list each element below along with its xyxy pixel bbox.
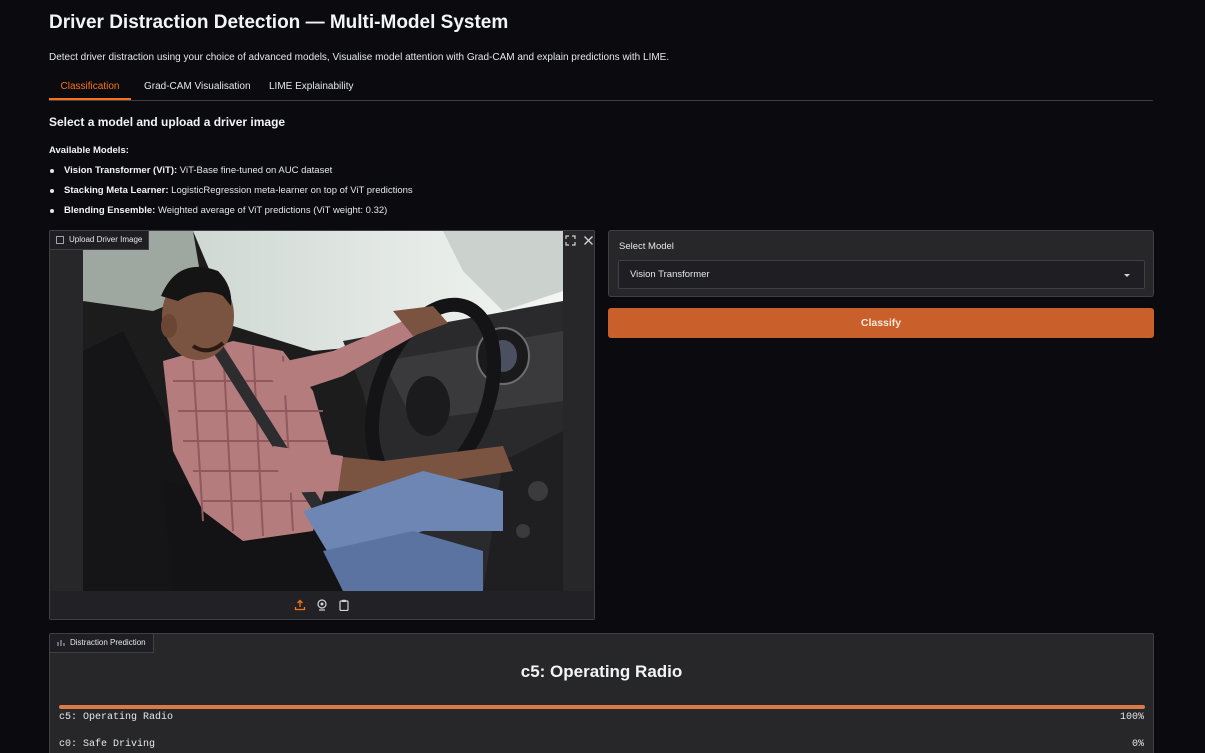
classify-button[interactable]: Classify	[608, 308, 1154, 338]
list-item: Vision Transformer (ViT): ViT-Base fine-…	[49, 164, 413, 184]
upload-label-text: Upload Driver Image	[69, 235, 143, 244]
close-icon[interactable]	[583, 235, 594, 249]
section-heading: Select a model and upload a driver image	[49, 115, 286, 129]
prediction-row-value: 100%	[1119, 712, 1144, 723]
prediction-title: c5: Operating Radio	[520, 662, 683, 681]
model-name: Vision Transformer (ViT):	[64, 165, 178, 176]
select-model-panel: Select Model Vision Transformer	[608, 230, 1154, 297]
tab-grad-cam[interactable]: Grad-CAM Visualisation	[144, 76, 251, 98]
upload-toolbar	[50, 591, 594, 619]
prediction-row-value: 0%	[1131, 739, 1144, 750]
upload-driver-image-panel[interactable]: Upload Driver Image	[49, 230, 595, 620]
prediction-panel-label: Distraction Prediction	[50, 634, 154, 653]
image-icon	[56, 236, 64, 244]
upload-panel-label: Upload Driver Image	[50, 231, 150, 250]
model-list: Vision Transformer (ViT): ViT-Base fine-…	[49, 164, 413, 224]
clipboard-icon[interactable]	[338, 599, 350, 611]
page-description: Detect driver distraction using your cho…	[49, 52, 670, 63]
available-models-label: Available Models:	[49, 145, 129, 156]
model-dropdown[interactable]: Vision Transformer	[618, 260, 1145, 289]
model-desc: LogisticRegression meta-learner on top o…	[168, 185, 413, 196]
page-title: Driver Distraction Detection — Multi-Mod…	[49, 12, 509, 33]
distraction-prediction-panel: Distraction Prediction c5: Operating Rad…	[49, 633, 1154, 753]
confidence-bar-track	[59, 705, 1145, 709]
app-root: Driver Distraction Detection — Multi-Mod…	[0, 0, 1205, 753]
model-desc: Weighted average of ViT predictions (ViT…	[155, 205, 388, 216]
upload-icon[interactable]	[294, 599, 306, 611]
model-name: Stacking Meta Learner:	[64, 185, 169, 196]
model-dropdown-value: Vision Transformer	[630, 269, 710, 280]
webcam-icon[interactable]	[316, 599, 328, 611]
bullet	[50, 209, 54, 213]
prediction-label-text: Distraction Prediction	[70, 638, 146, 647]
tab-classification[interactable]: Classification	[49, 76, 131, 100]
model-desc: ViT-Base fine-tuned on AUC dataset	[177, 165, 333, 176]
list-item: Blending Ensemble: Weighted average of V…	[49, 204, 413, 224]
bullet	[50, 189, 54, 193]
prediction-row-label: c5: Operating Radio	[59, 712, 174, 723]
model-name: Blending Ensemble:	[64, 205, 156, 216]
driver-image-preview	[83, 231, 563, 591]
bullet	[50, 169, 54, 173]
select-model-label: Select Model	[619, 241, 674, 252]
tab-bar: Classification Grad-CAM Visualisation LI…	[49, 76, 1153, 101]
label-icon	[57, 640, 65, 646]
chevron-down-icon	[1124, 274, 1130, 277]
list-item: Stacking Meta Learner: LogisticRegressio…	[49, 184, 413, 204]
tab-lime[interactable]: LIME Explainability	[269, 76, 353, 98]
confidence-bar-fill	[59, 705, 1145, 709]
driver-photo	[83, 231, 563, 591]
prediction-row-label: c0: Safe Driving	[59, 739, 156, 750]
fullscreen-icon[interactable]	[565, 235, 576, 249]
